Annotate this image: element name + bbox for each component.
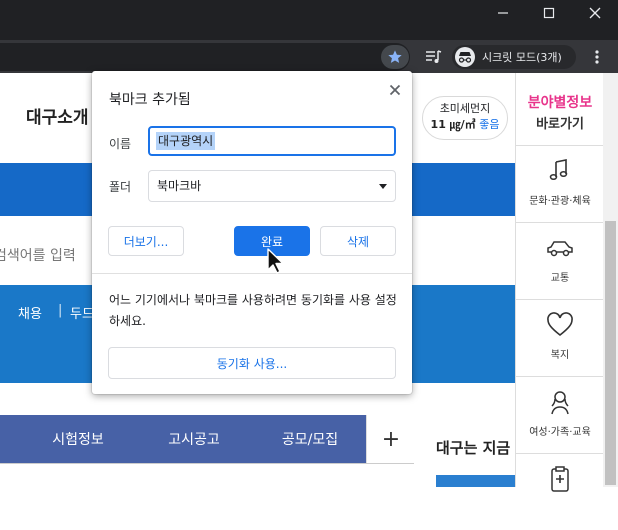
maximize-icon xyxy=(543,7,555,19)
incognito-indicator[interactable]: 시크릿 모드(3개) xyxy=(452,45,576,69)
maximize-button[interactable] xyxy=(526,0,572,26)
divider xyxy=(92,273,412,274)
quick-item-family[interactable]: 여성·가족·교육 xyxy=(516,376,604,453)
divider xyxy=(0,463,414,464)
folder-selected-value: 북마크바 xyxy=(157,179,202,193)
quick-item-label: 문화·관광·체육 xyxy=(529,196,591,207)
star-icon xyxy=(388,50,402,63)
close-icon xyxy=(389,84,401,96)
dust-value: 11 ㎍/㎥ xyxy=(430,118,476,131)
kebab-menu-icon xyxy=(595,50,599,64)
nav-item-2[interactable]: 두드 xyxy=(70,303,94,322)
section-banner xyxy=(436,475,516,487)
more-tabs-button[interactable]: + xyxy=(366,415,415,463)
nav-separator: | xyxy=(58,303,63,318)
quick-menu-panel: 분야별정보 바로가기 문화·관광·체육 교통 복지 여성·가족·교육 xyxy=(515,73,604,492)
tab-exam-info[interactable]: 시험정보 xyxy=(28,415,128,463)
search-input-placeholder[interactable]: 검색어를 입력 xyxy=(0,245,76,265)
page-scrollbar[interactable] xyxy=(603,73,618,487)
car-icon xyxy=(547,241,573,257)
quick-item-label: 복지 xyxy=(550,350,570,361)
window-titlebar xyxy=(0,0,618,40)
sync-promo-text: 어느 기기에서나 북마크를 사용하려면 동기화를 사용 설정하세요. xyxy=(109,293,397,328)
quick-item-culture[interactable]: 문화·관광·체육 xyxy=(516,145,604,222)
turn-on-sync-button[interactable]: 동기화 사용... xyxy=(108,347,396,379)
dialog-close-button[interactable] xyxy=(384,79,406,101)
quick-menu-subtitle: 바로가기 xyxy=(536,117,584,132)
quick-item-welfare[interactable]: 복지 xyxy=(516,299,604,376)
quick-item-label: 여성·가족·교육 xyxy=(529,427,591,438)
scrollbar-thumb[interactable] xyxy=(605,221,616,485)
delete-button[interactable]: 삭제 xyxy=(320,226,396,256)
folder-label: 폴더 xyxy=(109,180,132,194)
name-label: 이름 xyxy=(109,137,132,151)
incognito-icon xyxy=(455,47,475,67)
dust-label: 초미세먼지 xyxy=(439,102,491,115)
dropdown-caret-icon xyxy=(379,184,387,189)
nav-item-jobs[interactable]: 채용 xyxy=(18,303,42,322)
quick-item-label: 교통 xyxy=(550,273,570,284)
mouse-cursor-icon xyxy=(267,248,284,274)
minimize-icon xyxy=(498,12,508,14)
notice-tabs: 시험정보 고시공고 공모/모집 + xyxy=(0,415,415,463)
tab-public-notice[interactable]: 고시공고 xyxy=(144,415,244,463)
quick-item-health[interactable] xyxy=(516,453,604,530)
playlist-icon xyxy=(426,50,442,63)
tab-recruitment[interactable]: 공모/모집 xyxy=(260,415,360,463)
fine-dust-widget[interactable]: 초미세먼지 11 ㎍/㎥ 좋음 xyxy=(422,96,508,140)
woman-icon xyxy=(551,391,569,415)
browser-menu-button[interactable] xyxy=(588,46,606,68)
section-heading: 대구는 지금 xyxy=(436,439,511,457)
minimize-button[interactable] xyxy=(480,0,526,26)
media-control-button[interactable] xyxy=(424,46,444,68)
quick-item-traffic[interactable]: 교통 xyxy=(516,222,604,299)
dialog-title: 북마크 추가됨 xyxy=(109,92,191,108)
close-window-button[interactable] xyxy=(572,0,618,26)
site-menu-title[interactable]: 대구소개 xyxy=(26,103,89,128)
heart-icon xyxy=(547,312,573,337)
quick-menu-header: 분야별정보 바로가기 xyxy=(516,73,604,145)
bookmark-name-value[interactable]: 대구광역시 xyxy=(156,132,216,150)
close-icon xyxy=(589,7,601,19)
bookmark-folder-select[interactable]: 북마크바 xyxy=(148,170,396,202)
music-note-icon xyxy=(549,159,568,181)
dust-grade: 좋음 xyxy=(479,118,500,131)
incognito-label: 시크릿 모드(3개) xyxy=(482,51,562,64)
bookmark-added-dialog: 북마크 추가됨 이름 대구광역시 폴더 북마크바 더보기... 완료 삭제 어느… xyxy=(92,71,412,394)
medical-clipboard-icon xyxy=(551,466,569,492)
bookmark-star-button[interactable] xyxy=(381,45,409,69)
more-button[interactable]: 더보기... xyxy=(108,226,184,256)
address-bar[interactable] xyxy=(0,43,410,71)
quick-menu-title: 분야별정보 xyxy=(527,95,593,111)
